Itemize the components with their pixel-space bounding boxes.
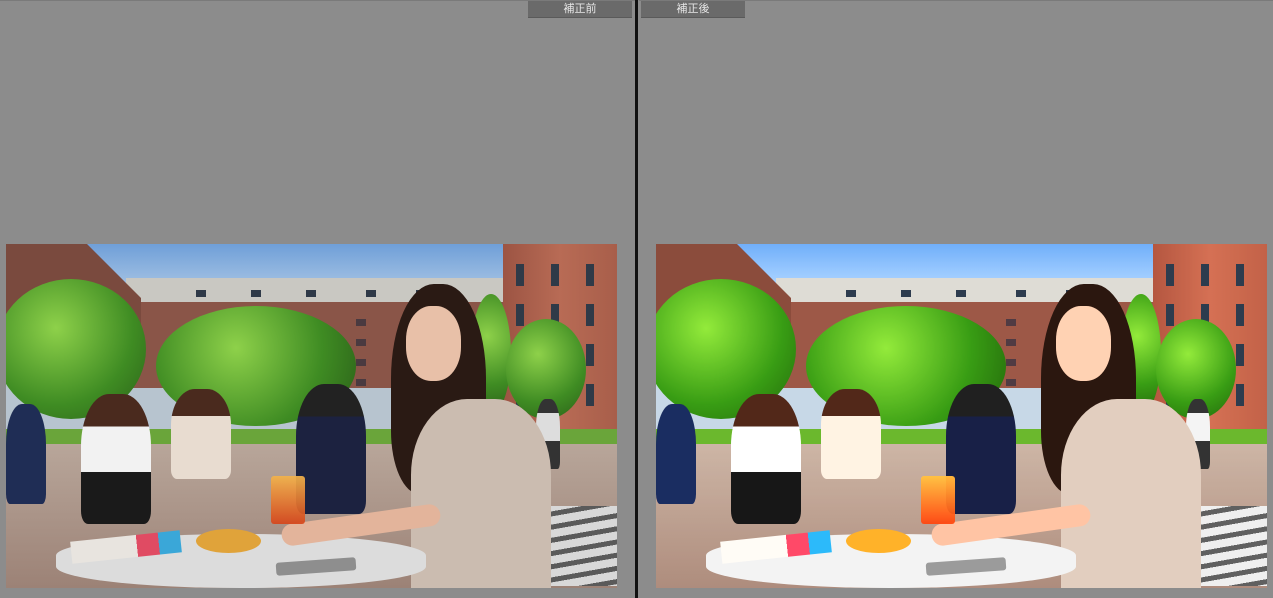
photo-element	[411, 399, 551, 588]
after-panel: 補正後	[639, 0, 1273, 598]
photo-element	[946, 384, 1016, 514]
photo-element	[586, 384, 594, 406]
photo-element	[1236, 264, 1244, 286]
photo-element	[551, 264, 559, 286]
photo-element	[1201, 264, 1209, 286]
photo-element	[1061, 399, 1201, 588]
photo-element	[1006, 319, 1016, 326]
photo-element	[1006, 359, 1016, 366]
after-photo[interactable]	[656, 244, 1267, 588]
photo-element	[1016, 290, 1026, 297]
photo-element	[6, 404, 46, 504]
photo-element	[171, 389, 231, 479]
photo-element	[1236, 304, 1244, 326]
photo-element	[81, 394, 151, 524]
photo-element	[1236, 344, 1244, 366]
photo-element	[356, 319, 366, 326]
photo-element	[846, 290, 856, 297]
photo-element	[586, 304, 594, 326]
photo-element	[901, 290, 911, 297]
photo-element	[731, 394, 801, 524]
photo-element	[356, 359, 366, 366]
photo-element	[196, 290, 206, 297]
photo-element	[1236, 384, 1244, 406]
photo-element	[296, 384, 366, 514]
before-label: 補正前	[528, 1, 632, 18]
photo-element	[656, 404, 696, 504]
photo-element	[271, 476, 305, 524]
photo-element	[1056, 306, 1111, 381]
photo-element	[821, 389, 881, 479]
photo-element	[921, 476, 955, 524]
photo-element	[586, 344, 594, 366]
photo-element	[846, 529, 911, 553]
photo-element	[306, 290, 316, 297]
photo-element	[1166, 264, 1174, 286]
before-photo[interactable]	[6, 244, 617, 588]
photo-element	[366, 290, 376, 297]
after-label: 補正後	[641, 1, 745, 18]
before-panel: 補正前	[0, 0, 635, 598]
photo-element	[356, 379, 366, 386]
split-divider[interactable]	[635, 0, 638, 598]
photo-element	[406, 306, 461, 381]
photo-element	[1166, 304, 1174, 326]
photo-element	[516, 264, 524, 286]
photo-element	[1006, 379, 1016, 386]
photo-element	[1006, 339, 1016, 346]
photo-element	[251, 290, 261, 297]
photo-element	[586, 264, 594, 286]
photo-element	[356, 339, 366, 346]
photo-element	[516, 304, 524, 326]
photo-element	[196, 529, 261, 553]
photo-element	[956, 290, 966, 297]
